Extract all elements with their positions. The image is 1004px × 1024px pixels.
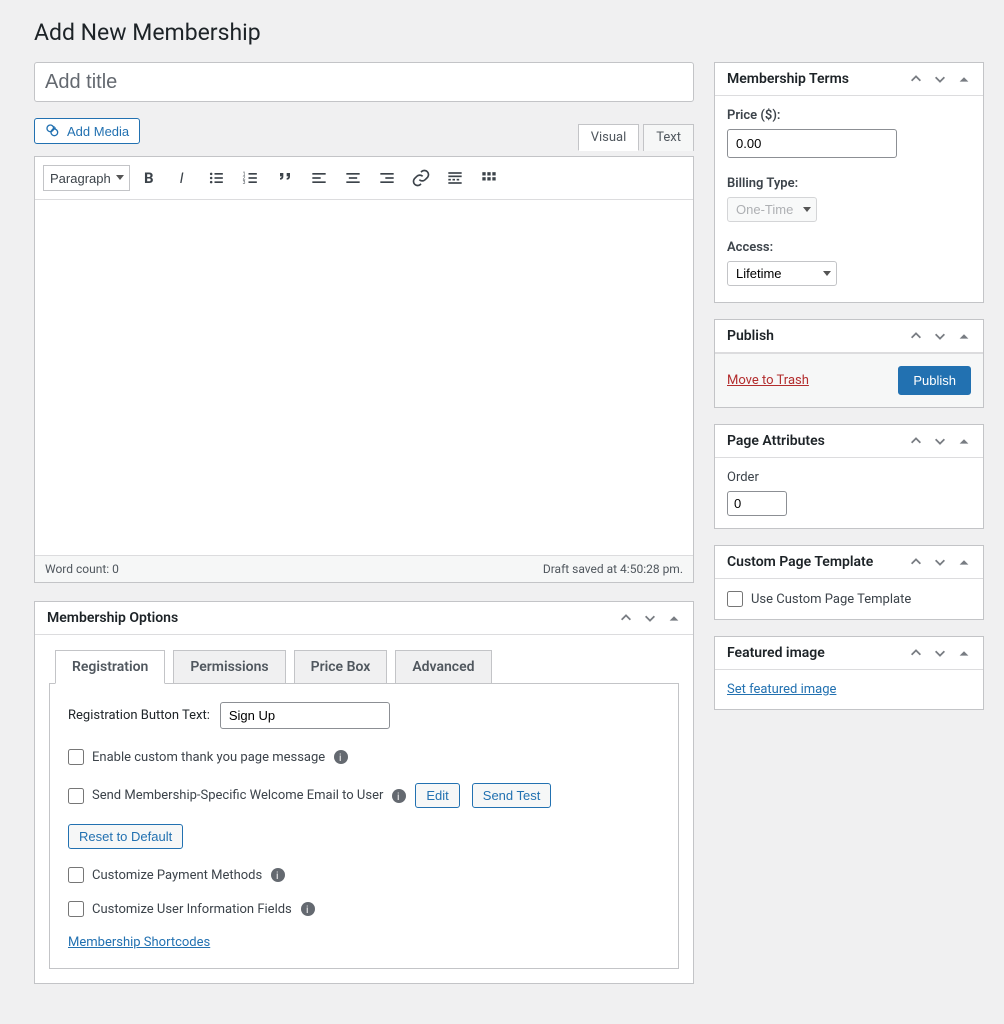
membership-shortcodes-link[interactable]: Membership Shortcodes <box>68 935 210 950</box>
title-input[interactable] <box>34 62 694 102</box>
send-welcome-label: Send Membership-Specific Welcome Email t… <box>92 788 383 803</box>
editor-content[interactable] <box>35 200 693 555</box>
numbered-list-icon[interactable]: 123 <box>236 163 266 193</box>
svg-text:I: I <box>180 169 184 187</box>
reg-button-text-input[interactable] <box>220 702 390 729</box>
svg-text:B: B <box>144 169 154 187</box>
send-test-button[interactable]: Send Test <box>472 783 552 808</box>
page-title: Add New Membership <box>34 10 984 50</box>
use-custom-template-label: Use Custom Page Template <box>751 592 911 607</box>
reg-button-text-label: Registration Button Text: <box>68 708 210 723</box>
align-center-icon[interactable] <box>338 163 368 193</box>
align-left-icon[interactable] <box>304 163 334 193</box>
blockquote-icon[interactable] <box>270 163 300 193</box>
order-input[interactable] <box>727 491 787 516</box>
toolbar-toggle-icon[interactable] <box>474 163 504 193</box>
customize-userinfo-checkbox[interactable] <box>68 901 84 917</box>
order-label: Order <box>727 470 971 485</box>
read-more-icon[interactable] <box>440 163 470 193</box>
tab-price-box[interactable]: Price Box <box>294 650 388 684</box>
customize-payment-label: Customize Payment Methods <box>92 868 262 883</box>
access-select[interactable]: Lifetime <box>727 261 837 286</box>
info-icon[interactable]: i <box>300 901 316 917</box>
align-right-icon[interactable] <box>372 163 402 193</box>
billing-type-label: Billing Type: <box>727 176 971 191</box>
collapse-icon[interactable] <box>667 611 681 625</box>
chevron-up-icon[interactable] <box>909 646 923 660</box>
tab-visual[interactable]: Visual <box>578 124 640 151</box>
media-icon <box>45 123 61 139</box>
svg-text:i: i <box>339 753 341 764</box>
info-icon[interactable]: i <box>333 749 349 765</box>
chevron-up-icon[interactable] <box>909 72 923 86</box>
tab-text-editor[interactable]: Text <box>643 124 694 151</box>
chevron-up-icon[interactable] <box>909 555 923 569</box>
chevron-up-icon[interactable] <box>909 434 923 448</box>
membership-options-title: Membership Options <box>47 610 178 626</box>
add-media-button[interactable]: Add Media <box>34 118 140 144</box>
italic-icon[interactable]: I <box>168 163 198 193</box>
chevron-down-icon[interactable] <box>933 555 947 569</box>
membership-terms-title: Membership Terms <box>727 71 849 87</box>
chevron-up-icon[interactable] <box>619 611 633 625</box>
collapse-icon[interactable] <box>957 72 971 86</box>
chevron-down-icon[interactable] <box>643 611 657 625</box>
chevron-down-icon[interactable] <box>933 646 947 660</box>
draft-saved-time: Draft saved at 4:50:28 pm. <box>543 562 683 576</box>
tab-advanced[interactable]: Advanced <box>395 650 491 684</box>
format-select[interactable]: Paragraph <box>43 165 130 191</box>
collapse-icon[interactable] <box>957 555 971 569</box>
access-label: Access: <box>727 240 971 255</box>
enable-thankyou-checkbox[interactable] <box>68 749 84 765</box>
customize-payment-checkbox[interactable] <box>68 867 84 883</box>
chevron-up-icon[interactable] <box>909 329 923 343</box>
featured-image-title: Featured image <box>727 645 825 661</box>
edit-button[interactable]: Edit <box>415 783 459 808</box>
svg-text:i: i <box>276 871 278 882</box>
svg-text:i: i <box>397 792 399 803</box>
enable-thankyou-label: Enable custom thank you page message <box>92 750 325 765</box>
info-icon[interactable]: i <box>270 867 286 883</box>
bold-icon[interactable]: B <box>134 163 164 193</box>
billing-type-select: One-Time <box>727 197 817 222</box>
price-input[interactable] <box>727 129 897 158</box>
collapse-icon[interactable] <box>957 329 971 343</box>
svg-text:3: 3 <box>243 180 246 186</box>
reset-default-button[interactable]: Reset to Default <box>68 824 183 849</box>
tab-registration[interactable]: Registration <box>55 650 165 684</box>
publish-button[interactable]: Publish <box>898 366 971 395</box>
svg-text:i: i <box>306 905 308 916</box>
price-label: Price ($): <box>727 108 971 123</box>
publish-title: Publish <box>727 328 774 344</box>
info-icon[interactable]: i <box>391 788 407 804</box>
chevron-down-icon[interactable] <box>933 434 947 448</box>
page-attributes-title: Page Attributes <box>727 433 825 449</box>
chevron-down-icon[interactable] <box>933 72 947 86</box>
chevron-down-icon[interactable] <box>933 329 947 343</box>
use-custom-template-checkbox[interactable] <box>727 591 743 607</box>
send-welcome-checkbox[interactable] <box>68 788 84 804</box>
link-icon[interactable] <box>406 163 436 193</box>
set-featured-image-link[interactable]: Set featured image <box>727 682 836 697</box>
tab-permissions[interactable]: Permissions <box>173 650 285 684</box>
word-count: Word count: 0 <box>45 562 119 576</box>
move-to-trash-link[interactable]: Move to Trash <box>727 373 809 388</box>
customize-userinfo-label: Customize User Information Fields <box>92 902 292 917</box>
collapse-icon[interactable] <box>957 646 971 660</box>
bullet-list-icon[interactable] <box>202 163 232 193</box>
add-media-label: Add Media <box>67 124 129 139</box>
custom-page-template-title: Custom Page Template <box>727 554 873 570</box>
collapse-icon[interactable] <box>957 434 971 448</box>
editor-toolbar: Paragraph B I 123 <box>35 157 693 200</box>
